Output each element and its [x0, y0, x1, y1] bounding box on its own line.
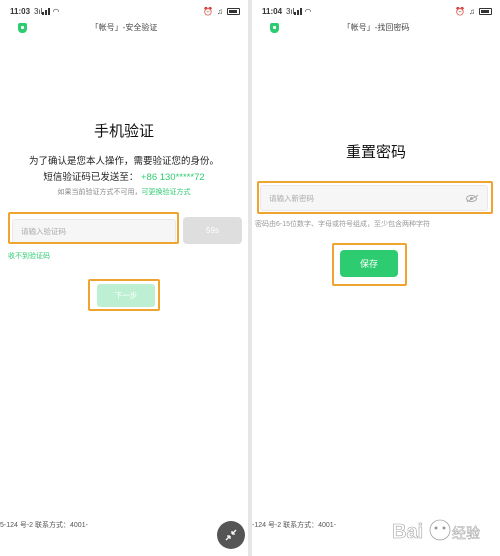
highlight-box [88, 279, 160, 311]
collapse-button[interactable] [217, 521, 245, 549]
alternate-method-label: 如果当前验证方式不可用， [57, 189, 142, 196]
app-header: 「帐号」-找回密码 [252, 20, 500, 36]
header-title: 「帐号」-安全验证 [90, 23, 158, 32]
network-label: 3ıl [34, 6, 43, 16]
page-title: 重置密码 [345, 144, 406, 161]
status-bar: 11:03 3ıl ◠ ⏰ ♫ [10, 4, 240, 18]
highlight-box [257, 181, 493, 214]
send-code-button[interactable]: 59s [183, 217, 242, 244]
status-bar: 11:04 3ıl ◠ ⏰ ♫ [262, 4, 492, 18]
phone-screen-reset: 11:04 3ıl ◠ ⏰ ♫ 「帐号」-找回密码 重置密码 请输入新密码 密码… [252, 0, 500, 556]
highlight-box [332, 243, 407, 286]
shield-icon [18, 23, 27, 33]
footer-contact: -124 号-2 联系方式：4001- [252, 522, 337, 529]
page-title: 手机验证 [93, 123, 154, 140]
headset-icon: ♫ [469, 6, 475, 16]
phone-screen-verify: 11:03 3ıl ◠ ⏰ ♫ 「帐号」-安全验证 手机验证 为了确认是您本人操… [0, 0, 248, 556]
alternate-method-notice: 如果当前验证方式不可用，可更换验证方式 [0, 187, 248, 197]
status-time: 11:03 [10, 6, 31, 16]
sms-sent-notice: 短信验证码已发送至： +86 130*****72 [0, 169, 248, 183]
signal-icon [42, 7, 51, 15]
password-rule-hint: 密码由6-15位数字、字母或符号组成，至少包含两种字符 [255, 221, 431, 228]
svg-text:Bai: Bai [392, 521, 423, 543]
headset-icon: ♫ [217, 6, 223, 16]
footer-contact: 5-124 号-2 联系方式：4001- [0, 522, 88, 529]
battery-icon [227, 7, 240, 15]
alarm-icon: ⏰ [203, 6, 213, 16]
header-title: 「帐号」-找回密码 [342, 23, 410, 32]
masked-phone-number: +86 130*****72 [140, 172, 205, 183]
app-header: 「帐号」-安全验证 [0, 20, 248, 36]
highlight-box [8, 212, 179, 244]
wifi-icon: ◠ [52, 6, 60, 16]
sms-sent-label: 短信验证码已发送至： [43, 172, 139, 183]
change-method-link[interactable]: 可更换验证方式 [142, 189, 191, 196]
watermark-logo: Bai 经验 [390, 510, 490, 550]
shield-icon [270, 23, 279, 33]
wifi-icon: ◠ [304, 6, 312, 16]
no-code-link[interactable]: 收不到验证码 [8, 251, 50, 261]
signal-icon [294, 7, 303, 15]
shrink-icon [225, 529, 237, 541]
battery-icon [479, 7, 492, 15]
status-time: 11:04 [262, 6, 283, 16]
svg-text:经验: 经验 [452, 525, 480, 541]
alarm-icon: ⏰ [455, 6, 465, 16]
identity-notice: 为了确认是您本人操作，需要验证您的身份。 [28, 156, 219, 167]
network-label: 3ıl [286, 6, 295, 16]
